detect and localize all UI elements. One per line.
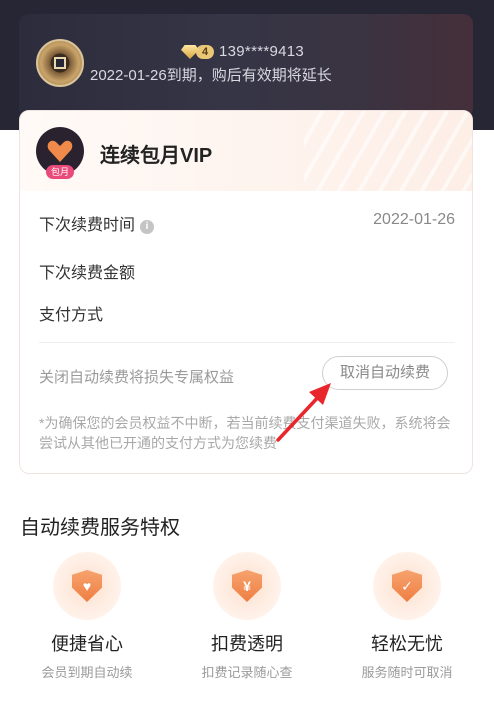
member-card: 4 139****9413 2022-01-26到期，购后有效期将延长 bbox=[19, 14, 473, 118]
monthly-tag: 包月 bbox=[46, 165, 75, 179]
heart-shield-icon: ♥ bbox=[53, 552, 121, 620]
expire-text: 2022-01-26到期，购后有效期将延长 bbox=[90, 67, 332, 84]
privilege-item: ¥ 扣费透明 扣费记录随心查 bbox=[182, 552, 312, 681]
next-amount-row: 下次续费金额 bbox=[39, 259, 455, 283]
privilege-title: 扣费透明 bbox=[211, 634, 283, 654]
yen-shield-icon: ¥ bbox=[213, 552, 281, 620]
pay-method-row: 支付方式 bbox=[39, 301, 455, 325]
vip-title: 连续包月VIP bbox=[100, 145, 213, 167]
level-badge: 4 bbox=[181, 44, 215, 60]
cancel-auto-renew-button[interactable]: 取消自动续费 bbox=[322, 356, 448, 390]
close-hint: 关闭自动续费将损失专属权益 bbox=[39, 369, 235, 386]
info-icon[interactable]: i bbox=[140, 220, 155, 234]
vip-heart-icon: 包月 bbox=[36, 127, 84, 179]
privilege-title: 便捷省心 bbox=[51, 634, 123, 654]
decorative-stripes bbox=[304, 111, 472, 191]
vip-card: 包月 连续包月VIP 下次续费时间 i 2022-01-26 下次续费金额 支付方… bbox=[19, 110, 473, 474]
vip-card-header: 包月 连续包月VIP bbox=[20, 111, 472, 191]
check-shield-icon: ✓ bbox=[373, 552, 441, 620]
renew-note: *为确保您的会员权益不中断，若当前续费支付渠道失败，系统将会尝试从其他已开通的支… bbox=[39, 415, 451, 451]
next-renew-row: 下次续费时间 i 2022-01-26 bbox=[39, 211, 455, 235]
privilege-item: ✓ 轻松无忧 服务随时可取消 bbox=[342, 552, 472, 681]
avatar[interactable] bbox=[36, 39, 84, 87]
level-number: 4 bbox=[196, 45, 215, 59]
pay-method-label: 支付方式 bbox=[39, 307, 104, 324]
privilege-title: 轻松无忧 bbox=[371, 634, 443, 654]
privileges-title: 自动续费服务特权 bbox=[20, 517, 180, 539]
heart-icon bbox=[47, 140, 73, 162]
privilege-sub: 扣费记录随心查 bbox=[201, 665, 293, 680]
phone-number: 139****9413 bbox=[219, 43, 305, 60]
diamond-icon bbox=[181, 45, 199, 59]
privilege-item: ♥ 便捷省心 会员到期自动续 bbox=[22, 552, 152, 681]
next-renew-value: 2022-01-26 bbox=[373, 211, 455, 228]
privilege-sub: 服务随时可取消 bbox=[361, 665, 453, 680]
coin-icon bbox=[54, 57, 66, 69]
privilege-sub: 会员到期自动续 bbox=[41, 665, 133, 680]
divider bbox=[39, 342, 455, 343]
next-amount-label: 下次续费金额 bbox=[39, 265, 136, 282]
next-renew-label: 下次续费时间 bbox=[39, 217, 136, 234]
